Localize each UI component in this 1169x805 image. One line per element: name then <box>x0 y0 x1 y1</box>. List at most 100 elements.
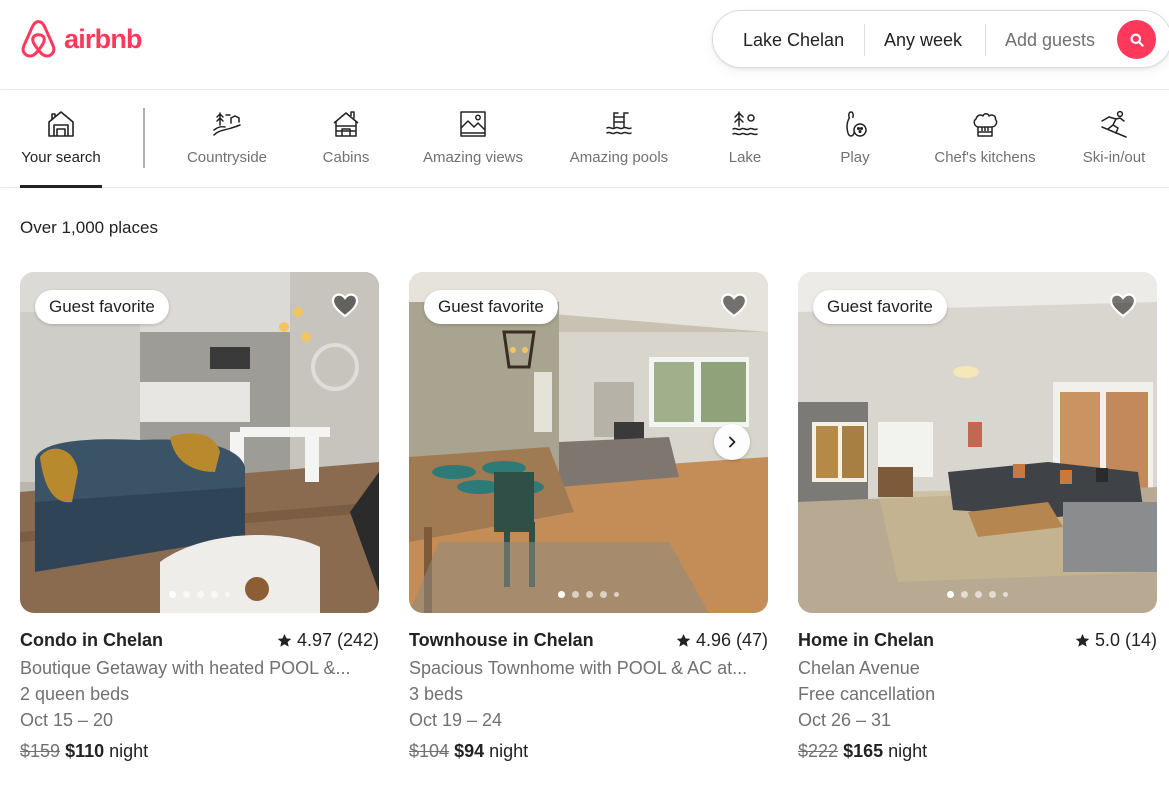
next-photo-button[interactable] <box>714 424 750 460</box>
listing-rating: 4.96 (47) <box>676 629 768 651</box>
top-header: airbnb Lake Chelan Any week Add guests <box>0 0 1169 90</box>
price-unit: night <box>109 741 149 761</box>
photo-dot[interactable] <box>975 591 982 598</box>
listing-beds: 3 beds <box>409 684 464 704</box>
listing-price: $222 $165 night <box>798 739 1157 763</box>
photo-pagination <box>409 591 768 598</box>
search-bar[interactable]: Lake Chelan Any week Add guests <box>712 10 1169 68</box>
photo-dot[interactable] <box>197 591 204 598</box>
discounted-price: $165 <box>843 741 884 761</box>
listing-price: $104 $94 night <box>409 739 768 763</box>
wishlist-button[interactable] <box>331 292 359 323</box>
original-price: $104 <box>409 741 450 761</box>
listing-info: Townhouse in Chelan 4.96 (47) Spacious T… <box>409 629 768 763</box>
star-icon <box>1075 633 1090 647</box>
listing-location: Chelan Avenue <box>798 658 920 678</box>
rating-text: 4.97 (242) <box>296 630 379 650</box>
photo-pagination <box>20 591 379 598</box>
search-divider <box>864 24 865 56</box>
results-count: Over 1,000 places <box>20 218 158 237</box>
search-icon <box>1130 33 1144 47</box>
bowling-icon <box>846 111 867 137</box>
cabin-icon <box>333 111 359 137</box>
listing-info: Home in Chelan 5.0 (14) Chelan Avenue Fr… <box>798 629 1157 763</box>
listing-dates: Oct 19 – 24 <box>409 710 503 730</box>
listing-description: Boutique Getaway with heated POOL &... <box>20 658 351 678</box>
listing-rating: 5.0 (14) <box>1075 629 1157 651</box>
wishlist-button[interactable] <box>720 292 748 323</box>
guest-favorite-badge: Guest favorite <box>424 290 558 324</box>
listing-card[interactable]: Guest favorite Home in Chelan 5.0 (14) C… <box>798 272 1157 763</box>
heart-icon <box>720 293 748 318</box>
listing-photo[interactable]: Guest favorite <box>409 272 768 613</box>
category-amazing-views[interactable]: Amazing views <box>418 90 528 188</box>
category-divider <box>143 108 145 168</box>
category-amazing-pools[interactable]: Amazing pools <box>565 90 673 188</box>
heart-icon <box>1109 293 1137 318</box>
category-cabins[interactable]: Cabins <box>318 90 374 188</box>
listing-beds: 2 queen beds <box>20 684 130 704</box>
photo-dot[interactable] <box>989 591 996 598</box>
category-play[interactable]: Play <box>835 90 875 188</box>
search-button[interactable] <box>1117 20 1156 59</box>
search-dates[interactable]: Any week <box>884 11 962 69</box>
category-label: Ski-in/out <box>1082 149 1146 166</box>
airbnb-logo[interactable]: airbnb <box>20 19 143 59</box>
original-price: $159 <box>20 741 61 761</box>
wishlist-button[interactable] <box>1109 292 1137 323</box>
photo-dot[interactable] <box>169 591 176 598</box>
listing-photo[interactable]: Guest favorite <box>20 272 379 613</box>
discounted-price: $94 <box>454 741 485 761</box>
photo-dot[interactable] <box>211 591 218 598</box>
price-unit: night <box>888 741 928 761</box>
search-guests[interactable]: Add guests <box>1005 11 1095 69</box>
listing-info: Condo in Chelan 4.97 (242) Boutique Geta… <box>20 629 379 763</box>
listing-description: Spacious Townhome with POOL & AC at... <box>409 658 748 678</box>
category-your-search[interactable]: Your search <box>20 90 102 188</box>
view-icon <box>460 111 486 137</box>
photo-dot[interactable] <box>225 592 230 597</box>
rating-text: 4.96 (47) <box>695 630 768 650</box>
category-label: Amazing pools <box>569 149 669 166</box>
listing-photo[interactable]: Guest favorite <box>798 272 1157 613</box>
search-divider <box>985 24 986 56</box>
discounted-price: $110 <box>65 741 105 761</box>
search-location[interactable]: Lake Chelan <box>743 11 844 69</box>
category-countryside[interactable]: Countryside <box>180 90 274 188</box>
listing-card[interactable]: Guest favorite Condo in Chelan 4.97 (242… <box>20 272 379 763</box>
listing-rating: 4.97 (242) <box>277 629 379 651</box>
category-label: Play <box>840 149 870 166</box>
airbnb-logo-icon <box>21 20 56 58</box>
category-label: Your search <box>21 149 101 166</box>
pool-icon <box>606 112 632 135</box>
skier-icon <box>1101 110 1127 138</box>
category-ski-in-out[interactable]: Ski-in/out <box>1078 90 1150 188</box>
original-price: $222 <box>798 741 839 761</box>
listing-card[interactable]: Guest favorite Townhouse in Chelan 4.96 … <box>409 272 768 763</box>
lake-icon <box>732 111 758 136</box>
chevron-right-icon <box>729 436 736 448</box>
photo-dot[interactable] <box>961 591 968 598</box>
countryside-icon <box>213 112 241 136</box>
rating-text: 5.0 (14) <box>1094 630 1157 650</box>
guest-favorite-badge: Guest favorite <box>813 290 947 324</box>
photo-dot[interactable] <box>183 591 190 598</box>
photo-dot[interactable] <box>614 592 619 597</box>
category-lake[interactable]: Lake <box>725 90 765 188</box>
photo-dot[interactable] <box>586 591 593 598</box>
category-label: Cabins <box>322 149 370 166</box>
photo-dot[interactable] <box>1003 592 1008 597</box>
photo-dot[interactable] <box>600 591 607 598</box>
guest-favorite-badge: Guest favorite <box>35 290 169 324</box>
category-chefs-kitchens[interactable]: Chef's kitchens <box>929 90 1041 188</box>
listing-price: $159 $110 night <box>20 739 379 763</box>
star-icon <box>277 633 292 647</box>
photo-dot[interactable] <box>947 591 954 598</box>
listing-dates: Oct 15 – 20 <box>20 710 114 730</box>
star-icon <box>676 633 691 647</box>
home-search-icon <box>48 111 74 137</box>
category-label: Amazing views <box>422 149 524 166</box>
listing-dates: Oct 26 – 31 <box>798 710 892 730</box>
photo-dot[interactable] <box>572 591 579 598</box>
photo-dot[interactable] <box>558 591 565 598</box>
